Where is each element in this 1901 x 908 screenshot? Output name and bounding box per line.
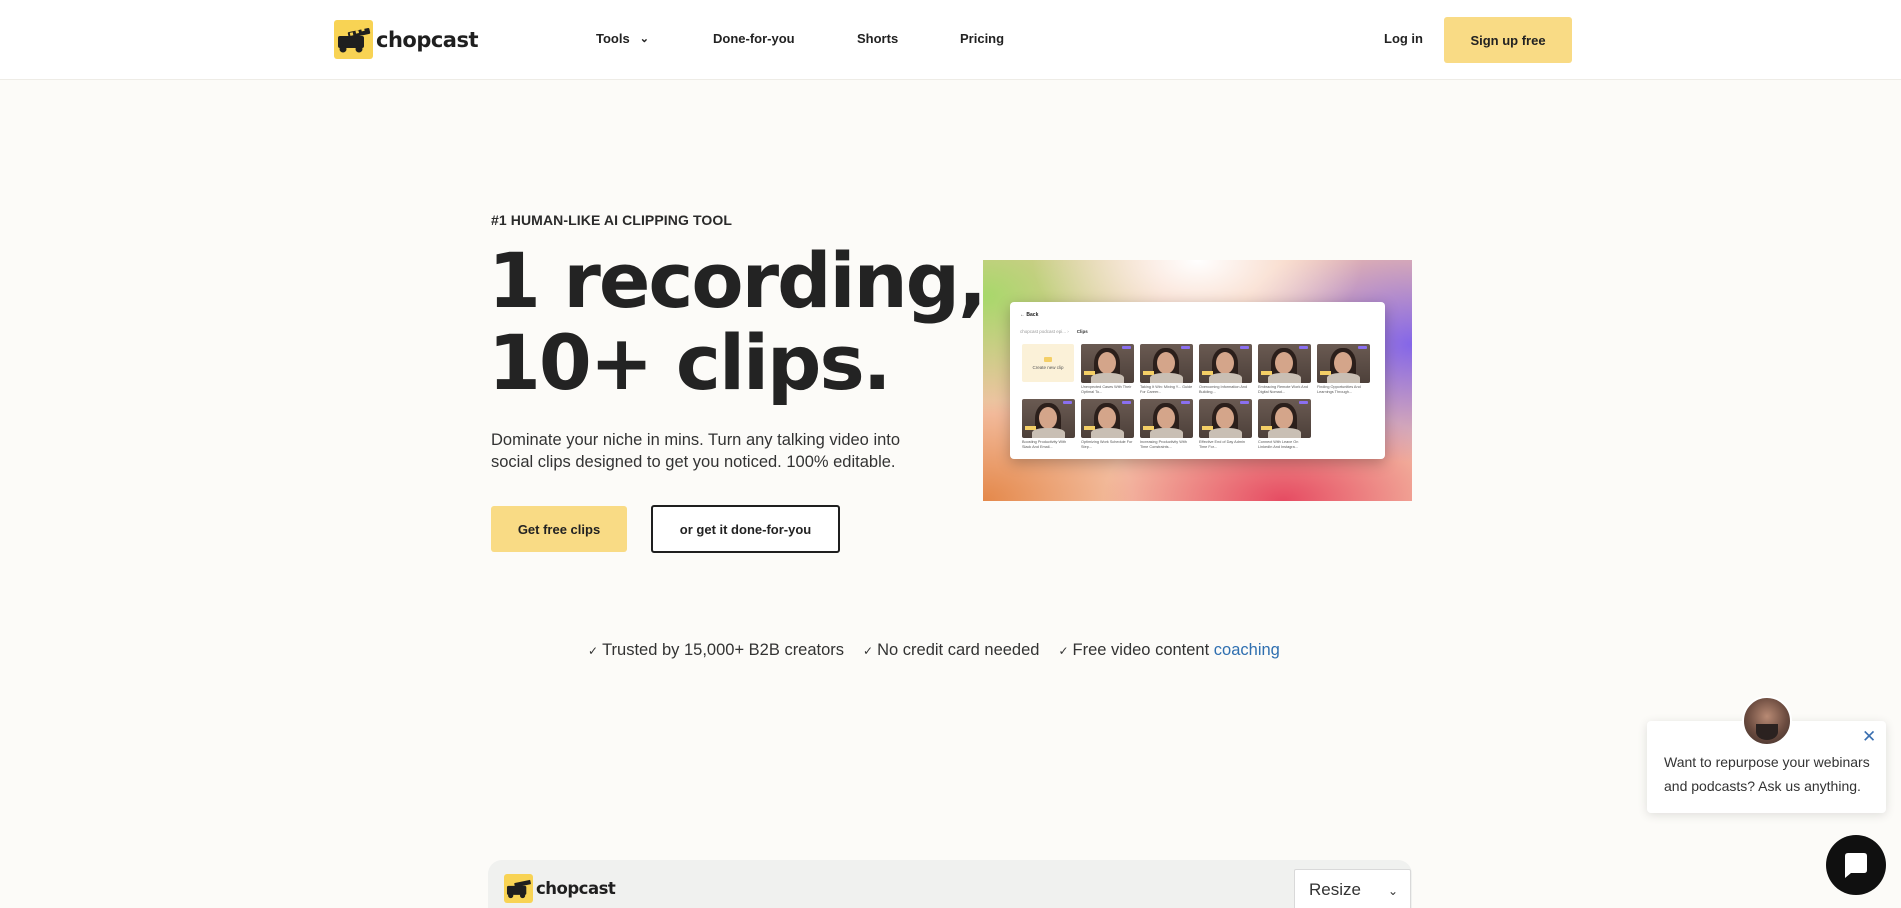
hero-eyebrow: #1 HUMAN-LIKE AI CLIPPING TOOL (491, 212, 733, 228)
chevron-down-icon: ⌄ (639, 33, 649, 45)
clip-thumbnail-label: Connect With Leave On LinkedIn And Insta… (1258, 440, 1299, 449)
brand-name: chopcast (376, 27, 479, 52)
check-icon: ✓ (1058, 644, 1069, 658)
hero-headline-line-1: 1 recording, (488, 236, 987, 325)
app-crumb-current: Clips (1076, 329, 1088, 334)
app-back-label: Back (1026, 312, 1039, 318)
clip-thumbnail-label: Unexpected Cases With Their Optimal To..… (1081, 385, 1132, 394)
clip-thumbnail (1199, 344, 1252, 383)
trust-row: ✓ Trusted by 15,000+ B2B creators ✓ No cre… (588, 641, 1280, 660)
clip-thumbnail-label: Finding Opportunities And Learnings Thro… (1317, 385, 1361, 394)
app-back: ← Back (1020, 312, 1039, 318)
chat-agent-avatar (1742, 696, 1792, 746)
avatar-beard (1756, 724, 1778, 740)
clip-thumbnail (1317, 344, 1370, 383)
clip-thumbnail (1081, 344, 1134, 383)
clip-thumbnail-label: Boosting Productivity With Slack And Ema… (1022, 440, 1067, 449)
hero-product-screenshot: ← Back chopcast podcast epi... › Clips Cr… (983, 260, 1412, 501)
trust-item-coaching-label: Free video content (1072, 641, 1210, 659)
clip-thumbnail-label: Optimizing Work Schedule For Step... (1081, 440, 1133, 449)
close-icon[interactable]: ✕ (1862, 728, 1876, 745)
clip-thumbnail-label: Taking It Win: Mixing Y... Guide For Car… (1140, 385, 1193, 394)
editor-preview-panel (488, 860, 1412, 908)
nav-tools-label: Tools (596, 31, 630, 46)
chat-message: Want to repurpose your webinars and podc… (1664, 754, 1870, 794)
nav-done-for-you[interactable]: Done-for-you (713, 31, 795, 46)
clip-thumbnail-label: Effective End of Day Admin Time For... (1199, 440, 1245, 449)
trust-item-coaching: ✓ Free video content coaching (1058, 641, 1279, 660)
hero-subtitle: Dominate your niche in mins. Turn any ta… (491, 431, 901, 471)
nav-shorts[interactable]: Shorts (857, 31, 898, 46)
chopcast-logo-icon (504, 874, 533, 903)
chat-bubble-icon (1845, 853, 1867, 878)
get-free-clips-button[interactable]: Get free clips (491, 506, 627, 552)
clip-thumbnail (1258, 344, 1311, 383)
clip-thumbnail (1022, 399, 1075, 438)
trust-item-no-card: ✓ No credit card needed (863, 641, 1039, 660)
login-link[interactable]: Log in (1384, 31, 1423, 46)
clip-thumbnail-label: Embracing Remote Work And Digital Nomad.… (1258, 385, 1308, 394)
done-for-you-button[interactable]: or get it done-for-you (651, 505, 840, 553)
trust-item-no-card-label: No credit card needed (877, 641, 1040, 659)
check-icon: ✓ (588, 644, 599, 658)
coaching-link[interactable]: coaching (1214, 641, 1280, 659)
app-breadcrumb: chopcast podcast epi... › Clips (1020, 329, 1088, 334)
hero-headline-line-2: 10+ clips. (488, 318, 892, 407)
clip-thumbnail (1081, 399, 1134, 438)
preview-brand-name: chopcast (536, 879, 616, 898)
hero-headline: 1 recording, 10+ clips. (488, 236, 987, 407)
clip-thumbnail (1140, 399, 1193, 438)
create-new-clip-tile: Create new clip (1022, 344, 1074, 382)
check-icon: ✓ (863, 644, 874, 658)
chevron-down-icon: ⌄ (1387, 884, 1398, 898)
clip-thumbnail (1258, 399, 1311, 438)
resize-select-value: Resize (1309, 880, 1361, 899)
chat-launcher-button[interactable] (1826, 835, 1886, 895)
app-crumb-parent: chopcast podcast epi... (1020, 329, 1067, 334)
clip-thumbnail (1199, 399, 1252, 438)
preview-brand-logo: chopcast (504, 874, 616, 903)
top-nav: chopcast Tools ⌄ Done-for-you Shorts Pric… (0, 0, 1901, 80)
nav-pricing[interactable]: Pricing (960, 31, 1004, 46)
clip-thumbnail-label: Increasing Productivity With Time Constr… (1140, 440, 1187, 449)
trust-item-creators: ✓ Trusted by 15,000+ B2B creators (588, 641, 844, 660)
clip-thumbnail (1140, 344, 1193, 383)
clip-icon (1044, 356, 1052, 362)
chopcast-logo-icon (334, 20, 373, 59)
trust-item-creators-label: Trusted by 15,000+ B2B creators (602, 641, 845, 659)
resize-select[interactable]: Resize ⌄ (1294, 869, 1411, 908)
nav-tools[interactable]: Tools ⌄ (596, 31, 649, 46)
signup-button[interactable]: Sign up free (1444, 17, 1572, 63)
clip-thumbnail-label: Overcoming Information And Building... (1199, 385, 1248, 394)
brand-logo[interactable]: chopcast (334, 20, 479, 59)
app-preview-window: ← Back chopcast podcast epi... › Clips Cr… (1010, 302, 1385, 459)
create-new-clip-label: Create new clip (1032, 364, 1064, 370)
